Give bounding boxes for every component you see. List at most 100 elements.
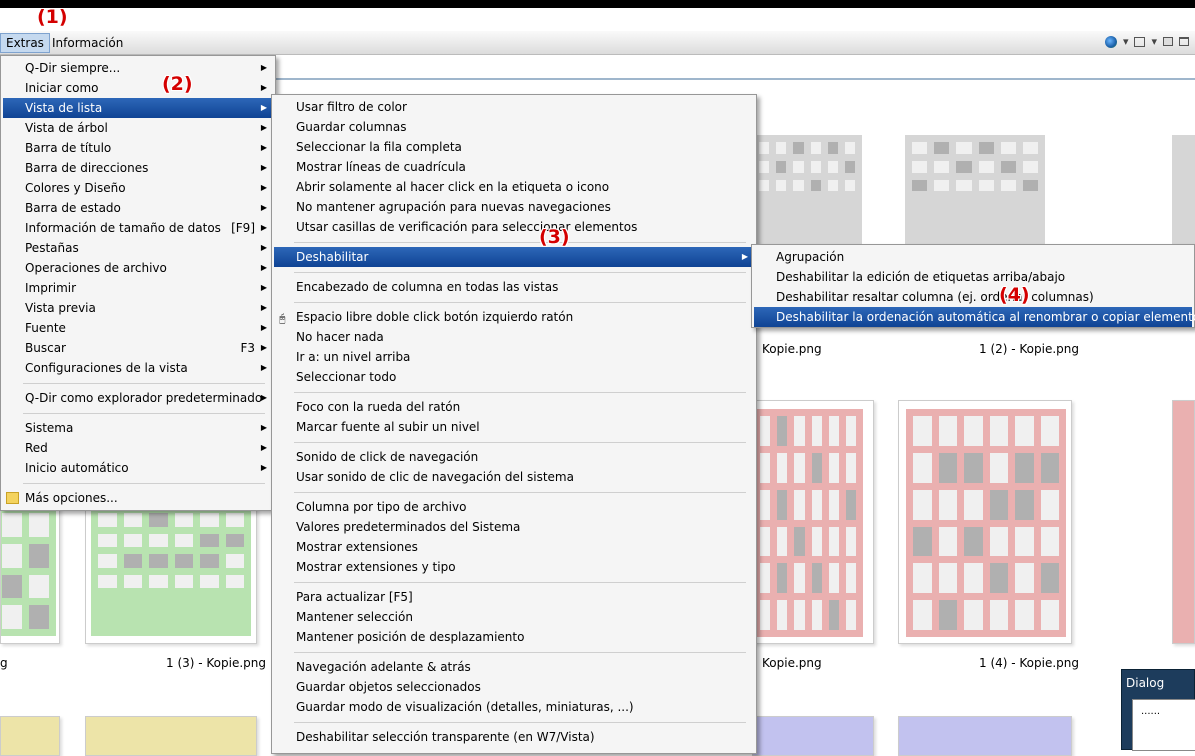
menu-item[interactable]: Usar filtro de color xyxy=(274,97,754,117)
menu-item[interactable]: Seleccionar la fila completa xyxy=(274,137,754,157)
menu-item-barra-de-estado[interactable]: Barra de estado ▶ xyxy=(3,198,273,218)
menu-item[interactable]: Usar sonido de clic de navegación del si… xyxy=(274,467,754,487)
menu-separator xyxy=(294,722,746,723)
thumbnail[interactable] xyxy=(0,716,60,756)
menu-item[interactable]: Utsar casillas de verificación para sele… xyxy=(274,217,754,237)
window-maximize-icon[interactable] xyxy=(1179,37,1189,46)
menu-item[interactable]: No mantener agrupación para nuevas naveg… xyxy=(274,197,754,217)
thumbnail[interactable] xyxy=(900,135,1050,255)
annotation-1: (1) xyxy=(37,6,68,28)
menu-item[interactable]: Mostrar extensiones xyxy=(274,537,754,557)
menu-item-mas-opciones[interactable]: Más opciones... xyxy=(3,488,273,508)
shortcut-label: [F9] xyxy=(231,221,255,235)
file-name[interactable]: 1 (2) - Kopie.png xyxy=(979,342,1079,356)
window-restore-icon[interactable] xyxy=(1163,37,1173,46)
thumbnail[interactable] xyxy=(1172,400,1195,644)
file-name[interactable]: 1 (4) - Kopie.png xyxy=(979,656,1079,670)
menu-item[interactable]: Guardar modo de visualización (detalles,… xyxy=(274,697,754,717)
dialog-window[interactable]: Dialog ...... xyxy=(1121,669,1195,751)
dropdown-arrow-icon[interactable]: ▾ xyxy=(1151,35,1157,48)
menu-item[interactable]: Encabezado de columna en todas las vista… xyxy=(274,277,754,297)
menu-item[interactable]: Deshabilitar resaltar columna (ej. orden… xyxy=(754,287,1192,307)
menu-item-vista-de-lista[interactable]: Vista de lista ▶ xyxy=(3,98,273,118)
submenu-arrow-icon: ▶ xyxy=(741,252,748,261)
menu-item[interactable]: Guardar objetos seleccionados xyxy=(274,677,754,697)
menu-item-ordenacion-automatica[interactable]: Deshabilitar la ordenación automática al… xyxy=(754,307,1195,327)
menu-item-deshabilitar[interactable]: Deshabilitar ▶ xyxy=(274,247,754,267)
menu-item-fuente[interactable]: Fuente ▶ xyxy=(3,318,273,338)
menu-item[interactable]: Navegación adelante & atrás xyxy=(274,657,754,677)
submenu-arrow-icon: ▶ xyxy=(260,423,267,432)
menu-informacion[interactable]: Información xyxy=(47,33,128,53)
menu-separator xyxy=(294,652,746,653)
file-name[interactable]: 1 (3) - Kopie.png xyxy=(166,656,266,670)
menu-item-espacio-libre[interactable]: 🖰 Espacio libre doble click botón izquier… xyxy=(274,307,754,327)
file-name[interactable]: Kopie.png xyxy=(762,656,822,670)
menu-separator xyxy=(294,242,746,243)
toolbar-icons: ▾ ▾ xyxy=(1104,35,1189,48)
menu-item[interactable]: Guardar columnas xyxy=(274,117,754,137)
menu-item-red[interactable]: Red ▶ xyxy=(3,438,273,458)
thumbnail[interactable] xyxy=(752,716,874,756)
layout-icon[interactable] xyxy=(1134,36,1146,47)
menu-item-pestanas[interactable]: Pestañas ▶ xyxy=(3,238,273,258)
thumbnail[interactable] xyxy=(898,716,1072,756)
thumbnail[interactable] xyxy=(898,400,1072,644)
menu-item[interactable]: Deshabilitar la edición de etiquetas arr… xyxy=(754,267,1192,287)
menu-item[interactable]: Mantener selección xyxy=(274,607,754,627)
menu-item[interactable]: Marcar fuente al subir un nivel xyxy=(274,417,754,437)
menu-item[interactable]: Sonido de click de navegación xyxy=(274,447,754,467)
menu-item-barra-de-titulo[interactable]: Barra de título ▶ xyxy=(3,138,273,158)
file-name[interactable]: Kopie.png xyxy=(762,342,822,356)
menu-item-operaciones-archivo[interactable]: Operaciones de archivo ▶ xyxy=(3,258,273,278)
menu-separator xyxy=(294,442,746,443)
menu-item-vista-de-arbol[interactable]: Vista de árbol ▶ xyxy=(3,118,273,138)
menu-item-q-dir-siempre[interactable]: Q-Dir siempre... ▶ xyxy=(3,58,273,78)
thumbnail[interactable] xyxy=(1172,135,1195,255)
menu-item-colores-y-diseno[interactable]: Colores y Diseño ▶ xyxy=(3,178,273,198)
menu-item[interactable]: Foco con la rueda del ratón xyxy=(274,397,754,417)
menu-item[interactable]: Ir a: un nivel arriba xyxy=(274,347,754,367)
menu-item-explorador-predeterminado[interactable]: Q-Dir como explorador predeterminado ▶ xyxy=(3,388,273,408)
menu-separator xyxy=(294,272,746,273)
menu-item-vista-previa[interactable]: Vista previa ▶ xyxy=(3,298,273,318)
menu-extras[interactable]: Extras xyxy=(0,33,50,53)
submenu-arrow-icon: ▶ xyxy=(260,323,267,332)
menu-separator xyxy=(23,413,265,414)
thumbnail[interactable] xyxy=(752,135,874,255)
menu-item[interactable]: Mostrar extensiones y tipo xyxy=(274,557,754,577)
globe-icon[interactable] xyxy=(1104,35,1117,48)
menu-item[interactable]: Seleccionar todo xyxy=(274,367,754,387)
file-name[interactable]: g xyxy=(0,656,8,670)
menu-item[interactable]: Mantener posición de desplazamiento xyxy=(274,627,754,647)
menu-item-configuraciones-vista[interactable]: Configuraciones de la vista ▶ xyxy=(3,358,273,378)
menu-item-inicio-automatico[interactable]: Inicio automático ▶ xyxy=(3,458,273,478)
submenu-arrow-icon: ▶ xyxy=(260,343,267,352)
submenu-arrow-icon: ▶ xyxy=(260,243,267,252)
menu-item[interactable]: Abrir solamente al hacer click en la eti… xyxy=(274,177,754,197)
menu-item[interactable]: Deshabilitar selección transparente (en … xyxy=(274,727,754,747)
menu-item-sistema[interactable]: Sistema ▶ xyxy=(3,418,273,438)
dropdown-arrow-icon[interactable]: ▾ xyxy=(1123,35,1129,48)
thumbnail[interactable] xyxy=(85,716,257,756)
menu-item[interactable]: Mostrar líneas de cuadrícula xyxy=(274,157,754,177)
menu-item[interactable]: Agrupación xyxy=(754,247,1192,267)
menu-item-buscar[interactable]: Buscar F3 ▶ xyxy=(3,338,273,358)
dialog-title: Dialog xyxy=(1126,676,1165,690)
submenu-arrow-icon: ▶ xyxy=(260,223,267,232)
menu-item[interactable]: Columna por tipo de archivo xyxy=(274,497,754,517)
menu-item[interactable]: No hacer nada xyxy=(274,327,754,347)
thumb-image xyxy=(753,409,863,637)
submenu-arrow-icon: ▶ xyxy=(260,123,267,132)
menu-item-iniciar-como[interactable]: Iniciar como ▶ xyxy=(3,78,273,98)
submenu-arrow-icon: ▶ xyxy=(260,283,267,292)
menu-item-informacion-tamano[interactable]: Información de tamaño de datos [F9] ▶ xyxy=(3,218,273,238)
menu-item[interactable]: Valores predeterminados del Sistema xyxy=(274,517,754,537)
thumb-image xyxy=(91,506,251,636)
thumbnail[interactable] xyxy=(752,400,874,644)
menu-item-barra-de-direcciones[interactable]: Barra de direcciones ▶ xyxy=(3,158,273,178)
menu-item[interactable]: Para actualizar [F5] xyxy=(274,587,754,607)
menu-item-imprimir[interactable]: Imprimir ▶ xyxy=(3,278,273,298)
thumb-image xyxy=(752,135,862,255)
submenu-arrow-icon: ▶ xyxy=(260,63,267,72)
